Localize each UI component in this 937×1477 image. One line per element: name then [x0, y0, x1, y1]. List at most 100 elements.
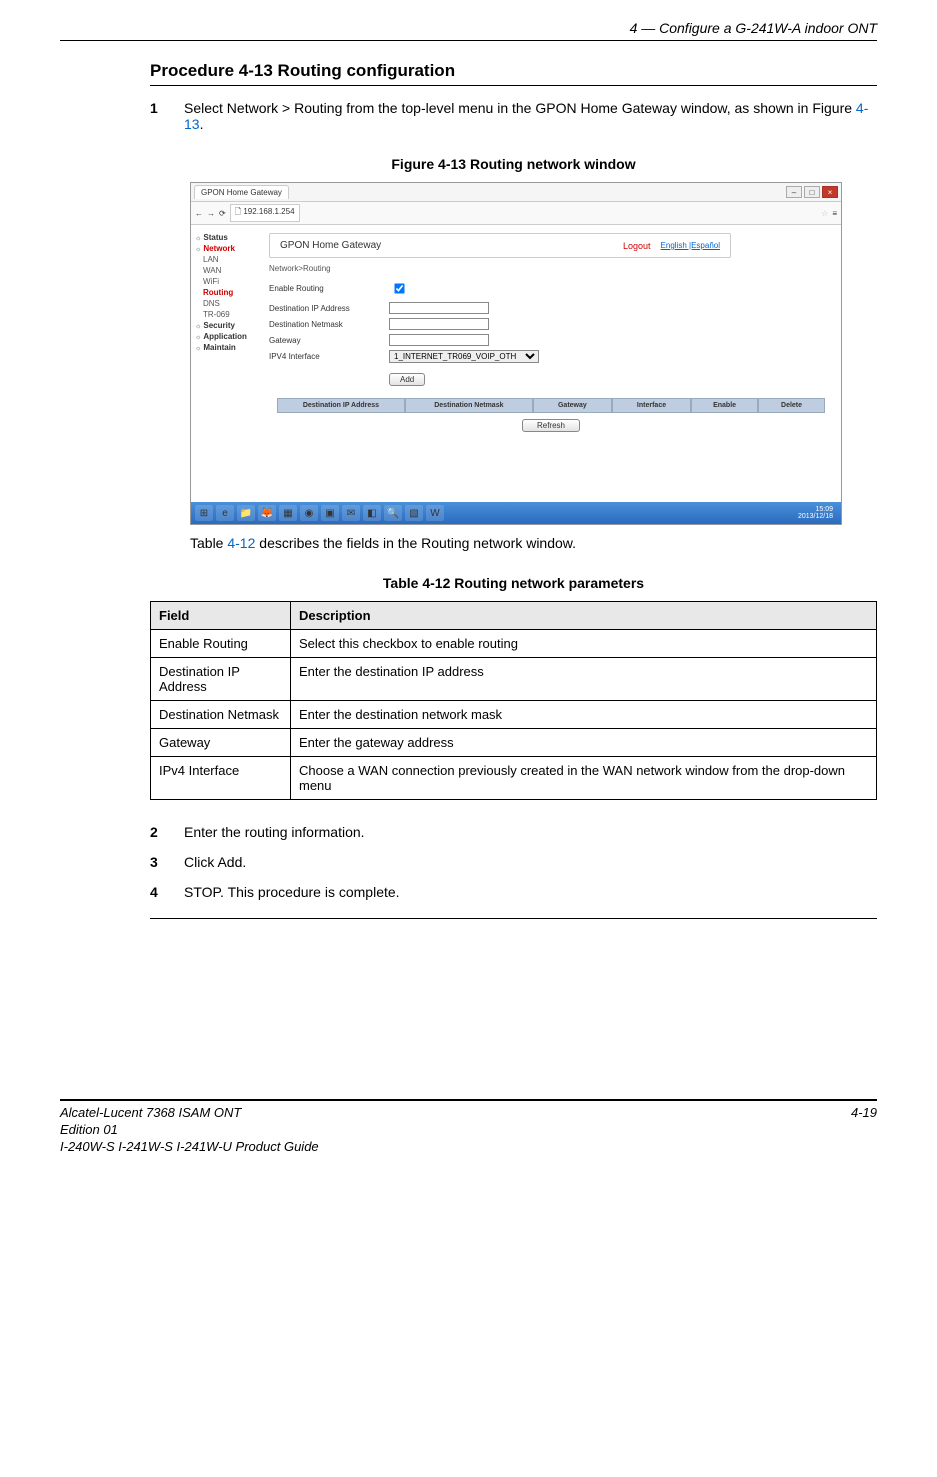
- word-icon[interactable]: W: [426, 505, 444, 521]
- cell-field: Destination Netmask: [151, 701, 291, 729]
- ipv4-interface-select[interactable]: 1_INTERNET_TR069_VOIP_OTH: [389, 350, 539, 363]
- step-1-text: Select Network > Routing from the top-le…: [184, 100, 877, 132]
- label-dest-ip: Destination IP Address: [269, 304, 389, 313]
- cell-desc: Choose a WAN connection previously creat…: [291, 757, 877, 800]
- sidebar-wan[interactable]: WAN: [203, 266, 257, 275]
- logout-link[interactable]: Logout: [623, 241, 651, 251]
- procedure-rule: [150, 85, 877, 86]
- app4-icon[interactable]: ▧: [405, 505, 423, 521]
- bookmark-icon[interactable]: ☆: [821, 209, 828, 218]
- step-2-text: Enter the routing information.: [184, 824, 877, 840]
- footer-guide: I-240W-S I-241W-S I-241W-U Product Guide: [60, 1139, 319, 1156]
- maximize-icon[interactable]: □: [804, 186, 820, 198]
- footer-product: Alcatel-Lucent 7368 ISAM ONT: [60, 1105, 319, 1122]
- th-dest-ip: Destination IP Address: [277, 398, 405, 413]
- running-header: 4 — Configure a G-241W-A indoor ONT: [60, 20, 877, 36]
- footer-rule: [60, 1099, 877, 1101]
- firefox-icon[interactable]: 🦊: [258, 505, 276, 521]
- start-icon[interactable]: ⊞: [195, 505, 213, 521]
- label-gateway: Gateway: [269, 336, 389, 345]
- step-1: 1 Select Network > Routing from the top-…: [150, 100, 877, 132]
- refresh-button[interactable]: Refresh: [522, 419, 580, 432]
- table-row: Enable RoutingSelect this checkbox to en…: [151, 630, 877, 658]
- window-controls: – □ ×: [786, 186, 838, 198]
- table-desc-pre: Table: [190, 535, 227, 551]
- th-interface: Interface: [612, 398, 691, 413]
- gateway-brand: GPON Home Gateway: [280, 240, 381, 251]
- th-field: Field: [151, 602, 291, 630]
- table-reference[interactable]: 4-12: [227, 535, 255, 551]
- table-row: Destination IP AddressEnter the destinat…: [151, 658, 877, 701]
- taskbar-date: 2013/12/18: [798, 513, 833, 520]
- minimize-icon[interactable]: –: [786, 186, 802, 198]
- sidebar-lan[interactable]: LAN: [203, 255, 257, 264]
- routes-table-header: Destination IP Address Destination Netma…: [277, 398, 825, 413]
- app2-icon[interactable]: ▣: [321, 505, 339, 521]
- address-url: 192.168.1.254: [243, 207, 294, 216]
- label-enable-routing: Enable Routing: [269, 284, 389, 293]
- page-footer: Alcatel-Lucent 7368 ISAM ONT Edition 01 …: [60, 1105, 877, 1156]
- app-icon[interactable]: ▦: [279, 505, 297, 521]
- cell-field: Destination IP Address: [151, 658, 291, 701]
- sidebar-status[interactable]: Status: [195, 233, 257, 242]
- label-ipv4-interface: IPV4 Interface: [269, 352, 389, 361]
- reload-icon[interactable]: ⟳: [219, 209, 226, 218]
- cell-desc: Enter the gateway address: [291, 729, 877, 757]
- main-panel: GPON Home Gateway Logout English |Españo…: [261, 225, 841, 502]
- page-number: 4-19: [851, 1105, 877, 1156]
- step-3: 3 Click Add.: [150, 854, 877, 870]
- menu-icon[interactable]: ≡: [832, 209, 837, 218]
- procedure-title: Procedure 4-13 Routing configuration: [150, 61, 877, 81]
- step-4-number: 4: [150, 884, 184, 900]
- ie-icon[interactable]: e: [216, 505, 234, 521]
- sidebar-wifi[interactable]: WiFi: [203, 277, 257, 286]
- table-row: Destination NetmaskEnter the destination…: [151, 701, 877, 729]
- table-desc-post: describes the fields in the Routing netw…: [255, 535, 576, 551]
- cell-field: IPv4 Interface: [151, 757, 291, 800]
- sidebar: Status Network LAN WAN WiFi Routing DNS …: [191, 225, 261, 502]
- search-icon[interactable]: 🔍: [384, 505, 402, 521]
- th-gateway: Gateway: [533, 398, 612, 413]
- breadcrumb: Network>Routing: [269, 264, 841, 273]
- table-row: IPv4 InterfaceChoose a WAN connection pr…: [151, 757, 877, 800]
- sidebar-dns[interactable]: DNS: [203, 299, 257, 308]
- figure-screenshot: GPON Home Gateway – □ × ← → ⟳ 🗋 192.168.…: [190, 182, 842, 525]
- browser-tabbar: GPON Home Gateway – □ ×: [191, 183, 841, 202]
- label-dest-netmask: Destination Netmask: [269, 320, 389, 329]
- gateway-header: GPON Home Gateway Logout English |Españo…: [269, 233, 731, 258]
- gateway-input[interactable]: [389, 334, 489, 346]
- forward-icon[interactable]: →: [207, 209, 215, 218]
- procedure-end-rule: [150, 918, 877, 919]
- language-link[interactable]: English |Español: [661, 241, 720, 250]
- dest-netmask-input[interactable]: [389, 318, 489, 330]
- enable-routing-checkbox[interactable]: [394, 283, 404, 293]
- figure-caption: Figure 4-13 Routing network window: [150, 156, 877, 172]
- dest-ip-input[interactable]: [389, 302, 489, 314]
- sidebar-tr069[interactable]: TR-069: [203, 310, 257, 319]
- step-3-number: 3: [150, 854, 184, 870]
- step-4-text: STOP. This procedure is complete.: [184, 884, 877, 900]
- cell-field: Enable Routing: [151, 630, 291, 658]
- back-icon[interactable]: ←: [195, 209, 203, 218]
- header-rule: [60, 40, 877, 41]
- app3-icon[interactable]: ◧: [363, 505, 381, 521]
- chrome-icon[interactable]: ◉: [300, 505, 318, 521]
- sidebar-application[interactable]: Application: [195, 332, 257, 341]
- sidebar-security[interactable]: Security: [195, 321, 257, 330]
- table-row: GatewayEnter the gateway address: [151, 729, 877, 757]
- explorer-icon[interactable]: 📁: [237, 505, 255, 521]
- close-icon[interactable]: ×: [822, 186, 838, 198]
- step-3-text: Click Add.: [184, 854, 877, 870]
- parameters-table: Field Description Enable RoutingSelect t…: [150, 601, 877, 800]
- step-1-number: 1: [150, 100, 184, 132]
- sidebar-network[interactable]: Network: [195, 244, 257, 253]
- cell-desc: Select this checkbox to enable routing: [291, 630, 877, 658]
- sidebar-maintain[interactable]: Maintain: [195, 343, 257, 352]
- add-button[interactable]: Add: [389, 373, 425, 386]
- th-description: Description: [291, 602, 877, 630]
- address-field[interactable]: 🗋 192.168.1.254: [230, 204, 300, 222]
- browser-tab[interactable]: GPON Home Gateway: [194, 185, 289, 199]
- outlook-icon[interactable]: ✉: [342, 505, 360, 521]
- browser-addressbar: ← → ⟳ 🗋 192.168.1.254 ☆ ≡: [191, 202, 841, 225]
- sidebar-routing[interactable]: Routing: [203, 288, 257, 297]
